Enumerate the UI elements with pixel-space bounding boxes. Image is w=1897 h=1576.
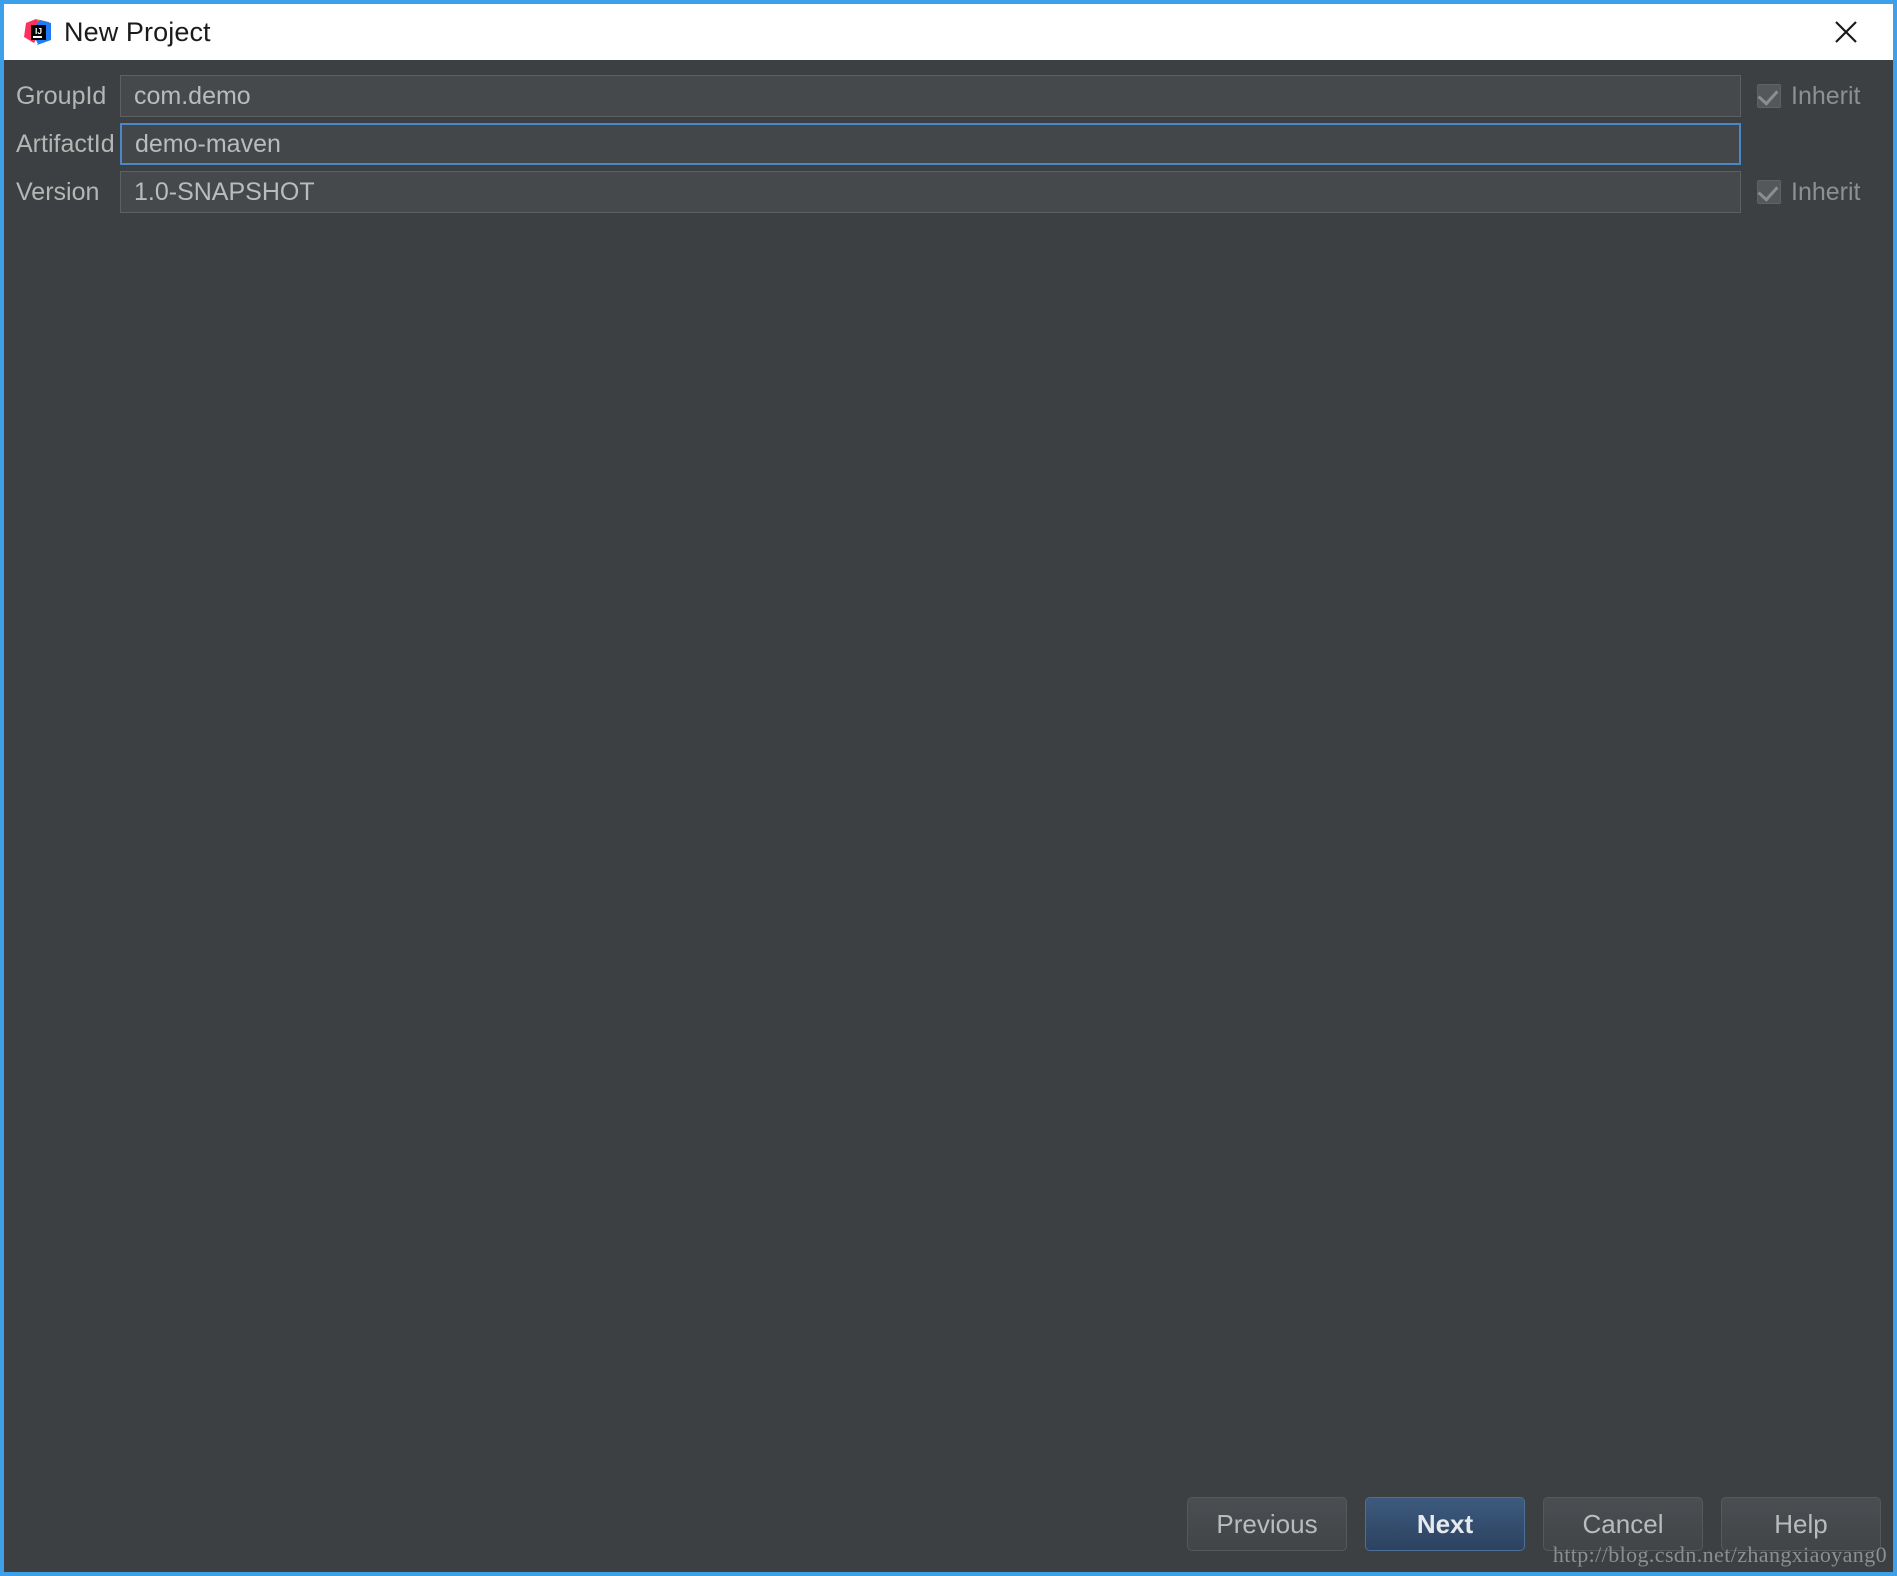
new-project-dialog: IJ New Project GroupId com.demo Inherit: [0, 0, 1897, 1576]
groupid-label: GroupId: [16, 81, 107, 110]
page-title: New Project: [64, 16, 211, 47]
form-row-artifactid: ArtifactId demo-maven Inherit: [4, 120, 1893, 168]
svg-text:IJ: IJ: [35, 26, 42, 36]
version-inherit-label: Inherit: [1791, 177, 1861, 206]
checkbox-box: [1757, 180, 1781, 204]
dialog-titlebar: IJ New Project: [4, 4, 1893, 60]
groupid-inherit-label: Inherit: [1791, 81, 1861, 110]
close-icon-svg: [1835, 21, 1857, 43]
intellij-idea-logo-icon: IJ: [22, 17, 52, 47]
groupid-input[interactable]: com.demo: [120, 75, 1741, 117]
groupid-inherit-checkbox[interactable]: Inherit: [1757, 75, 1879, 117]
artifactid-inherit-placeholder: Inherit: [1757, 123, 1879, 165]
checkmark-icon: [1757, 84, 1779, 106]
form-row-version: Version 1.0-SNAPSHOT Inherit: [4, 168, 1893, 216]
artifactid-label: ArtifactId: [16, 129, 115, 158]
version-inherit-checkbox[interactable]: Inherit: [1757, 171, 1879, 213]
dialog-footer: Previous Next Cancel Help http://blog.cs…: [4, 1476, 1893, 1572]
maven-coordinates-form: GroupId com.demo Inherit ArtifactId demo…: [4, 60, 1893, 1476]
version-label: Version: [16, 177, 100, 206]
help-button[interactable]: Help: [1721, 1497, 1881, 1551]
checkbox-box: [1757, 84, 1781, 108]
intellij-idea-logo-svg: IJ: [24, 19, 51, 45]
previous-button[interactable]: Previous: [1187, 1497, 1347, 1551]
close-icon[interactable]: [1825, 11, 1867, 53]
version-input[interactable]: 1.0-SNAPSHOT: [120, 171, 1741, 213]
artifactid-input[interactable]: demo-maven: [120, 123, 1741, 165]
cancel-button[interactable]: Cancel: [1543, 1497, 1703, 1551]
checkmark-icon: [1757, 180, 1779, 202]
next-button[interactable]: Next: [1365, 1497, 1525, 1551]
form-row-groupid: GroupId com.demo Inherit: [4, 72, 1893, 120]
